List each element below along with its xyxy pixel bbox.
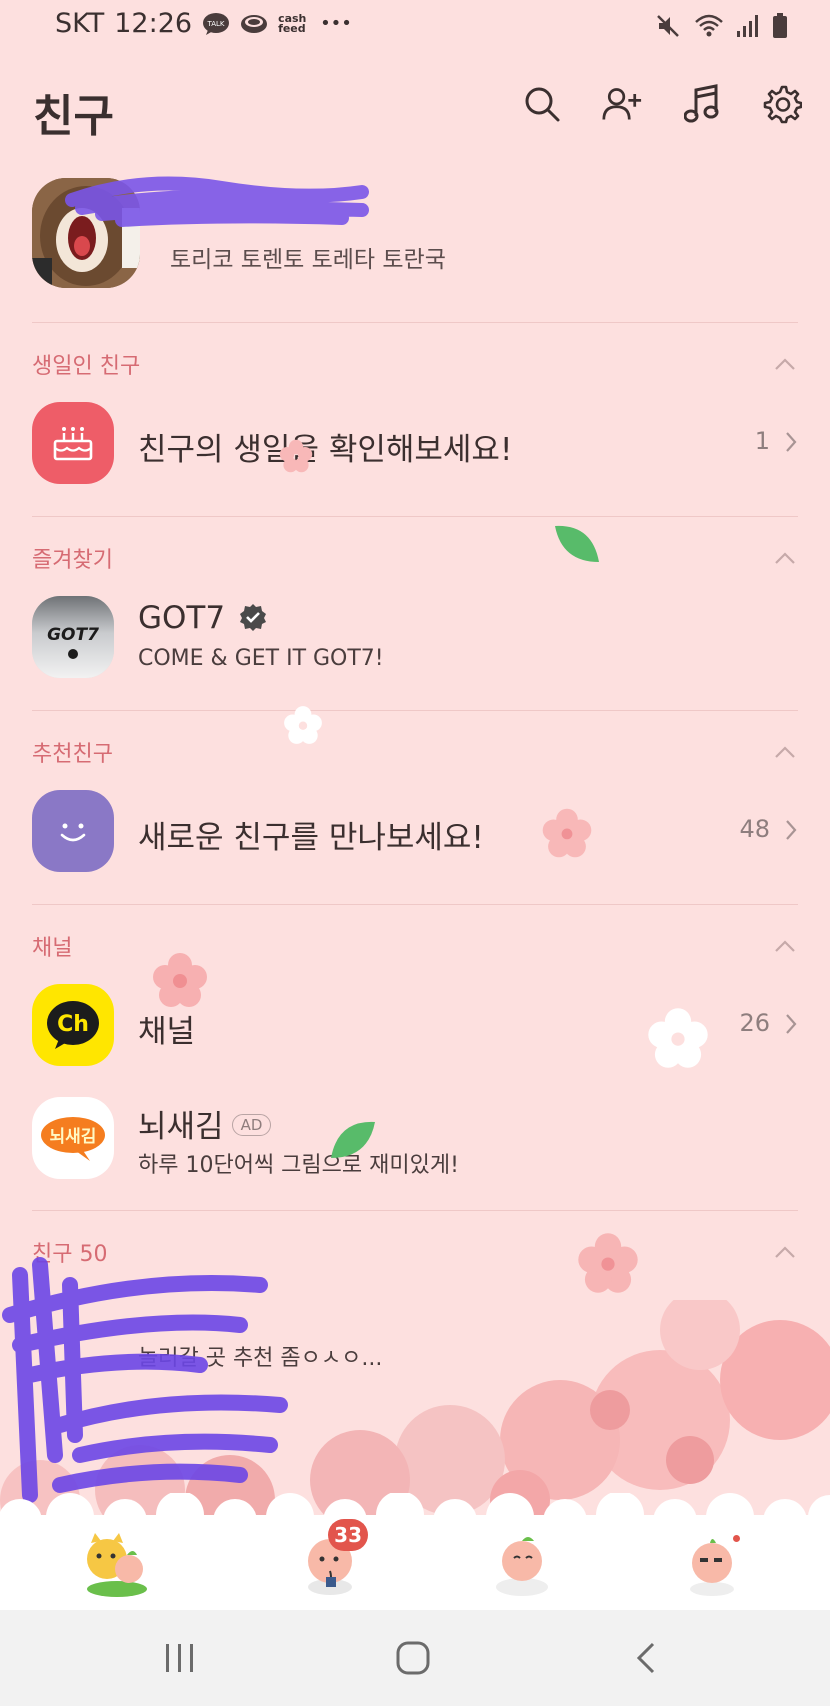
got7-avatar-text: GOT7 [47,625,99,645]
collapse-channel-icon[interactable] [774,939,796,953]
chevron-right-icon [786,820,797,840]
status-bar: SKT 12:26 TALK cash feed ••• [0,0,830,50]
search-icon [525,87,560,122]
clock: 12:26 [114,8,193,39]
add-friend-icon [602,88,642,120]
collapse-friends-icon[interactable] [774,1245,796,1259]
section-label-birthday: 생일인 친구 [32,354,141,379]
birthday-row[interactable]: 친구의 생일을 확인해보세요! 1 [32,402,798,484]
music-note-icon [684,84,719,123]
favorite-name-wrap: GOT7 [138,600,267,636]
ad-name-wrap: 뇌새김 AD [138,1101,272,1146]
profile-name-redaction [65,176,369,227]
music-button[interactable] [682,84,722,124]
recommended-row-title: 새로운 친구를 만나보세요! [138,820,484,856]
divider [32,904,798,905]
recommended-count: 48 [739,815,770,843]
ad-channel-row[interactable]: 뇌새김 뇌새김 AD 하루 10단어씩 그림으로 재미있게! [32,1097,798,1179]
leaf-decoration [331,1121,375,1158]
tab-friends[interactable] [72,1521,162,1603]
add-friend-button[interactable] [602,84,642,124]
status-left: SKT 12:26 TALK cash feed ••• [55,8,352,39]
birthday-count: 1 [754,427,770,455]
tab-chats[interactable]: 33 [286,1519,376,1603]
mute-icon [654,12,682,44]
flower-decoration [284,706,322,744]
collapse-recommended-icon[interactable] [774,745,796,759]
bottom-tab-bar: 33 [0,1493,830,1610]
ad-channel-name: 뇌새김 [138,1109,224,1145]
flower-decoration [542,808,592,858]
talk-text: TALK [207,20,225,28]
battery-icon [772,12,788,44]
channel-count: 26 [739,1009,770,1037]
my-profile[interactable]: 토리코 토렌토 토레타 토란국 [32,176,802,290]
cloud-edge-decoration [0,1493,830,1523]
divider [32,322,798,323]
unread-chats-badge: 33 [328,1519,368,1551]
wifi-icon [694,12,724,44]
section-label-channel: 채널 [32,936,73,961]
channel-icon-text: Ch [57,1012,89,1037]
system-navigation-bar [0,1610,830,1706]
tab-view[interactable] [478,1521,568,1603]
ad-channel-status: 하루 10단어씩 그림으로 재미있게! [138,1153,459,1178]
flower-decoration [648,1008,708,1068]
view-character-icon [496,1537,548,1596]
home-icon [396,1641,430,1675]
tab-more[interactable] [668,1521,758,1603]
verified-badge-icon [239,604,266,631]
leaf-decoration [555,525,599,562]
status-right [654,12,788,44]
ad-icon-text: 뇌새김 [50,1127,97,1147]
flower-decoration [279,439,313,473]
cake-icon [32,402,114,484]
friend-list-redaction [2,1257,288,1503]
profile-status-message: 토리코 토렌토 토레타 토란국 [170,247,446,273]
recommended-row[interactable]: 새로운 친구를 만나보세요! 48 [32,790,798,872]
favorite-friend-got7[interactable]: GOT7 GOT7 COME & GET IT GOT7! [32,596,798,678]
signal-icon [736,13,760,43]
home-button[interactable] [383,1636,443,1680]
flower-decoration [578,1233,638,1293]
search-button[interactable] [522,84,562,124]
friends-character-icon [87,1533,147,1597]
cashfeed-notification: cash feed [278,11,307,35]
smile-icon [32,790,114,872]
channel-icon: Ch [32,984,114,1066]
divider [32,516,798,517]
page-title: 친구 [33,91,114,142]
section-label-recommended: 추천친구 [32,742,113,767]
recent-apps-button[interactable] [150,1636,210,1680]
settings-button[interactable] [762,84,802,124]
coin-notification-icon [240,12,268,36]
chevron-right-icon [786,1014,797,1034]
app-header: 친구 [0,70,830,142]
back-icon [636,1642,655,1674]
favorite-status: COME & GET IT GOT7! [138,646,384,671]
collapse-favorites-icon[interactable] [774,551,796,565]
recent-apps-icon [166,1644,193,1672]
more-notifications: ••• [320,13,352,34]
channel-row-title: 채널 [138,1014,196,1050]
new-indicator-dot [733,1535,740,1542]
section-label-favorites: 즐겨찾기 [32,548,113,573]
gear-icon [763,85,802,124]
got7-avatar: GOT7 [32,596,114,678]
back-button[interactable] [616,1636,676,1680]
header-actions [522,84,802,124]
ad-badge: AD [231,1113,272,1136]
carrier-label: SKT [55,8,105,39]
birthday-row-title: 친구의 생일을 확인해보세요! [138,432,513,468]
favorite-name: GOT7 [138,600,226,636]
divider [32,1210,798,1211]
ad-channel-avatar: 뇌새김 [32,1097,114,1179]
collapse-birthday-icon[interactable] [774,357,796,371]
chevron-right-icon [786,432,797,452]
talk-notification-icon: TALK [202,12,230,36]
divider [32,710,798,711]
flower-decoration [153,953,207,1007]
